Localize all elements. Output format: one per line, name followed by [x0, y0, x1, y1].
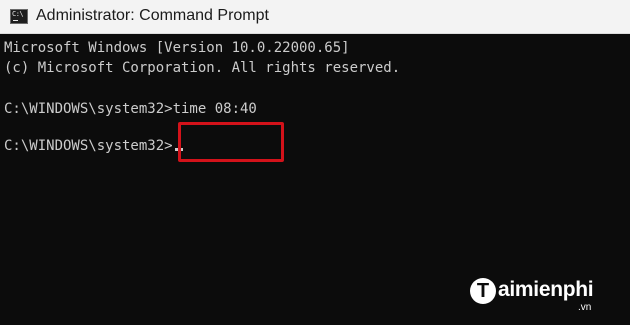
cmd-icon-cursor	[13, 20, 18, 21]
logo-initial: T	[476, 280, 490, 302]
console-line-time-command: C:\WINDOWS\system32>time 08:40	[4, 101, 257, 117]
console-line-version: Microsoft Windows [Version 10.0.22000.65…	[4, 40, 350, 56]
prompt-text: C:\WINDOWS\system32>	[4, 138, 173, 154]
logo-suffix: .vn	[578, 302, 592, 313]
command-highlight-box	[178, 122, 284, 162]
cmd-icon-label: C:\	[12, 10, 24, 18]
watermark-logo: T aimienphi .vn	[470, 274, 620, 318]
cmd-icon: C:\	[10, 9, 28, 24]
title-bar[interactable]: C:\ Administrator: Command Prompt	[0, 0, 630, 34]
console-line-copyright: (c) Microsoft Corporation. All rights re…	[4, 60, 401, 76]
command-prompt-window: C:\ Administrator: Command Prompt Micros…	[0, 0, 630, 325]
logo-icon: T	[470, 278, 496, 304]
window-title: Administrator: Command Prompt	[36, 7, 269, 24]
console-line-prompt[interactable]: C:\WINDOWS\system32>	[4, 136, 183, 156]
logo-name: aimienphi	[498, 278, 594, 301]
